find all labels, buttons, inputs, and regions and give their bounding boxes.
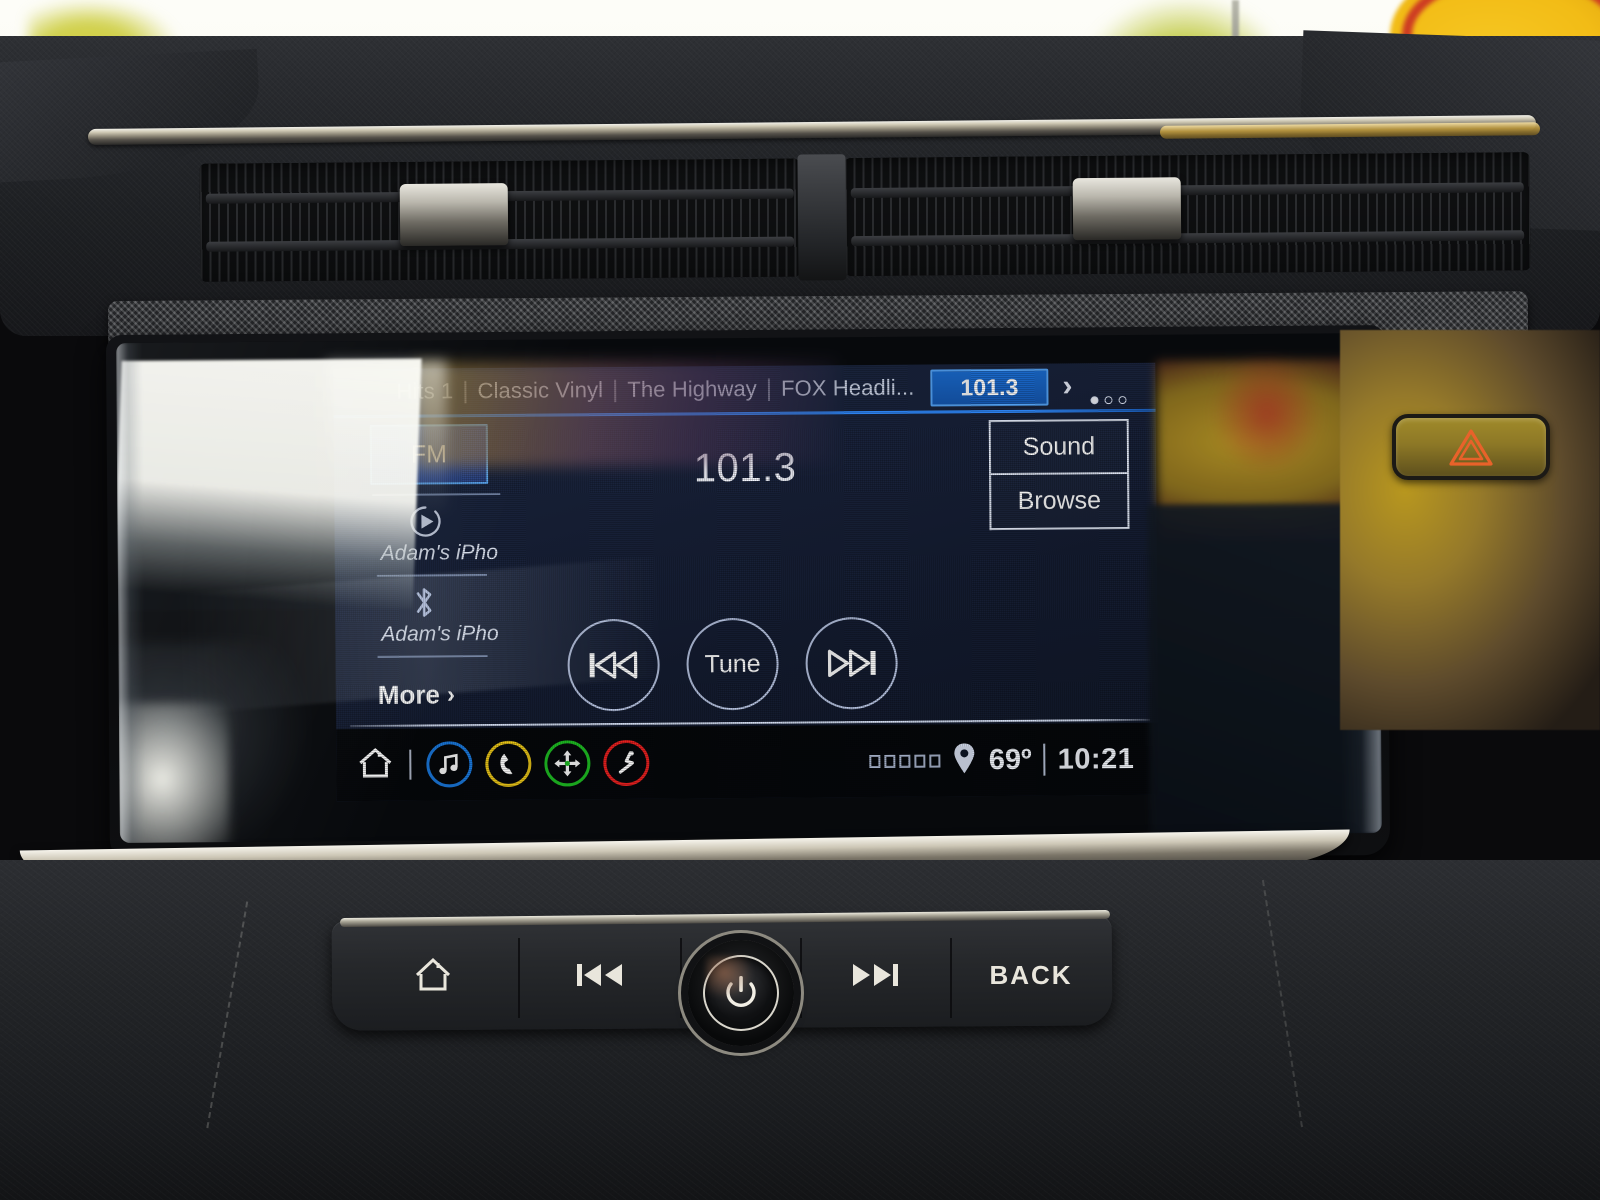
status-separator — [1043, 743, 1046, 776]
physical-next-button[interactable] — [800, 930, 950, 1020]
infotainment-touchscreen[interactable]: Hits 1 | Classic Vinyl | The Highway | F… — [116, 333, 1382, 843]
status-bar-apps[interactable] — [336, 739, 650, 788]
vent-center-divider — [797, 154, 847, 281]
vent-direction-knob[interactable] — [399, 183, 509, 247]
signal-bar — [884, 754, 896, 768]
signal-bar — [899, 754, 911, 768]
chevron-right-icon[interactable]: › — [1062, 369, 1072, 402]
side-action-buttons[interactable]: Sound Browse — [988, 419, 1130, 531]
back-button-label: BACK — [989, 959, 1073, 990]
button-separator — [680, 938, 682, 1018]
vent-direction-knob[interactable] — [1072, 177, 1182, 241]
leather-stitching-left — [0, 861, 249, 1129]
hazard-triangle-icon — [1449, 429, 1493, 466]
status-bar-indicators: 69º 10:21 — [869, 740, 1159, 779]
knob-reflection — [706, 956, 752, 998]
previous-track-icon — [577, 964, 622, 986]
glass-edge-left — [116, 342, 146, 843]
climate-seat-app-icon[interactable] — [603, 739, 650, 787]
signal-strength-icon — [869, 753, 941, 768]
physical-previous-button[interactable] — [520, 930, 680, 1020]
hazard-lights-button[interactable] — [1392, 414, 1550, 480]
clock-display: 10:21 — [1057, 742, 1135, 776]
dashboard-right-panel — [1340, 330, 1600, 730]
air-vent-left[interactable] — [199, 158, 801, 282]
media-app-icon[interactable] — [426, 741, 473, 788]
browse-button[interactable]: Browse — [989, 474, 1130, 531]
preset-page-dots — [1090, 396, 1127, 405]
location-pin-icon — [953, 742, 977, 779]
glass-reflection-red — [1211, 353, 1323, 475]
glass-reflection-sky — [116, 358, 422, 611]
vent-slats — [844, 152, 1531, 277]
signal-bar — [914, 754, 926, 768]
air-vent-right[interactable] — [844, 152, 1531, 277]
air-vent-assembly — [199, 152, 1531, 284]
navigation-app-icon[interactable] — [544, 740, 591, 787]
status-bar-separator — [409, 749, 412, 780]
exterior-temperature: 69º — [988, 743, 1032, 776]
power-volume-knob[interactable] — [688, 940, 794, 1046]
sound-button[interactable]: Sound — [988, 419, 1130, 476]
glass-reflection-gold — [416, 359, 838, 468]
page-dot-active[interactable] — [1090, 396, 1099, 405]
browse-label: Browse — [1017, 486, 1102, 515]
page-dot[interactable] — [1118, 396, 1127, 405]
car-interior-scene: Hits 1 | Classic Vinyl | The Highway | F… — [0, 0, 1600, 1200]
sound-label: Sound — [1022, 432, 1096, 461]
physical-back-button[interactable]: BACK — [952, 930, 1110, 1020]
status-bar[interactable]: 69º 10:21 — [336, 722, 1159, 802]
next-track-icon — [827, 649, 876, 677]
signal-bar — [929, 753, 941, 768]
home-icon[interactable] — [356, 745, 394, 784]
leather-stitching-right — [1261, 842, 1539, 1128]
next-track-icon — [853, 964, 898, 986]
preset-tab-4-selected[interactable]: 101.3 — [930, 368, 1049, 407]
phone-app-icon[interactable] — [485, 740, 532, 788]
page-dot[interactable] — [1104, 396, 1113, 405]
next-track-button[interactable] — [805, 616, 898, 710]
signal-bar — [869, 754, 881, 768]
physical-home-button[interactable] — [348, 930, 518, 1020]
home-icon — [415, 957, 451, 991]
